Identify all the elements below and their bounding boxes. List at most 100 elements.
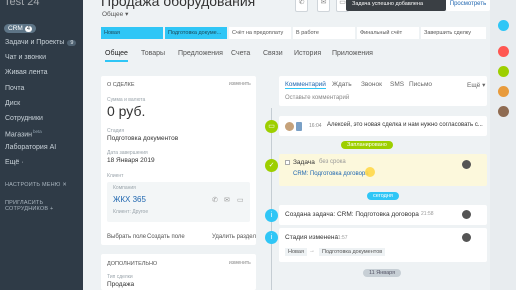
info-icon: i bbox=[265, 231, 278, 244]
entry-time: 21:57 bbox=[335, 235, 348, 241]
sidebar-item-label: Почта bbox=[5, 85, 25, 92]
sidebar-item-label: Лаборатория AI bbox=[5, 144, 57, 151]
date-separator: 11 Января bbox=[363, 269, 402, 277]
section-heading: О СДЕЛКЕ bbox=[107, 82, 135, 88]
close-date-value[interactable]: 18 Января 2019 bbox=[107, 157, 155, 164]
avatar bbox=[462, 160, 471, 169]
tab-general[interactable]: Общее bbox=[105, 50, 128, 62]
today-badge: сегодня bbox=[367, 192, 399, 200]
sidebar-item-label: CRM bbox=[8, 25, 23, 32]
tab-apps[interactable]: Приложения bbox=[332, 50, 373, 60]
tab-email[interactable]: Письмо bbox=[409, 81, 432, 88]
chat-icon: ▭ bbox=[339, 0, 346, 6]
section-heading: ДОПОЛНИТЕЛЬНО bbox=[107, 261, 158, 267]
help-icon[interactable] bbox=[498, 20, 509, 31]
stage-bar: Новая Подготовка докуме... Счёт на предо… bbox=[101, 27, 486, 39]
planned-badge: Запланировано bbox=[341, 141, 393, 149]
edit-title-icon[interactable]: ✎ bbox=[233, 0, 240, 6]
sidebar-item-crm[interactable]: CRM 4 bbox=[4, 24, 36, 33]
task-checkbox[interactable] bbox=[285, 160, 290, 165]
edit-section-link[interactable]: изменить bbox=[229, 81, 251, 87]
sidebar-item-more[interactable]: Ещё · bbox=[5, 159, 24, 166]
entry-time: 21:58 bbox=[421, 211, 434, 217]
contact-icon[interactable] bbox=[498, 66, 509, 77]
activity-editor: Комментарий Ждать Звонок SMS Письмо Ещё … bbox=[279, 76, 487, 106]
create-field-link[interactable]: Создать поле bbox=[147, 234, 185, 240]
created-task-entry[interactable]: Создана задача: CRM: Подготовка договора… bbox=[279, 205, 487, 225]
deal-page: Продажа оборудования ✎ Общее ▾ ✆ ✉ ▭ Нов… bbox=[83, 0, 490, 290]
stage-value[interactable]: Подготовка документов bbox=[107, 135, 178, 142]
tab-more[interactable]: Ещё ▾ bbox=[467, 81, 485, 89]
crm-counter: 4 bbox=[24, 26, 32, 32]
portal-logo[interactable]: Test 24 bbox=[4, 0, 39, 8]
tasks-counter: 9 bbox=[67, 40, 77, 46]
edit-section-link[interactable]: изменить bbox=[229, 260, 251, 266]
sidebar-item-label: Живая лента bbox=[5, 69, 48, 76]
created-task-text: Создана задача: CRM: Подготовка договора bbox=[285, 211, 419, 218]
additional-card: ДОПОЛНИТЕЛЬНО изменить Тип сделки Продаж… bbox=[101, 254, 256, 290]
delete-section-link[interactable]: Удалить раздел bbox=[212, 234, 256, 240]
phone-icon: ✆ bbox=[298, 0, 305, 6]
stage-close-deal[interactable]: Завершить сделку bbox=[421, 27, 486, 39]
select-field-link[interactable]: Выбрать поле bbox=[107, 234, 146, 240]
sidebar-item-label: Ещё · bbox=[5, 159, 24, 166]
sidebar-item-employees[interactable]: Сотрудники bbox=[5, 115, 43, 122]
sidebar-item-drive[interactable]: Диск bbox=[5, 100, 20, 107]
task-entry[interactable]: Задача без срока CRM: Подготовка договор… bbox=[279, 154, 487, 186]
activity-timeline: Комментарий Ждать Звонок SMS Письмо Ещё … bbox=[265, 68, 487, 290]
tab-call[interactable]: Звонок bbox=[361, 81, 382, 88]
tab-sms[interactable]: SMS bbox=[390, 81, 404, 88]
left-sidebar: Test 24 CRM 4 Задачи и Проекты 9 Чат и зво… bbox=[0, 0, 83, 290]
tab-wait[interactable]: Ждать bbox=[332, 81, 352, 88]
comment-icon: ▭ bbox=[265, 120, 278, 133]
sidebar-item-mail[interactable]: Почта bbox=[5, 85, 24, 92]
sidebar-item-label: Сотрудники bbox=[5, 115, 43, 122]
configure-menu-link[interactable]: НАСТРОИТЬ МЕНЮ ✕ bbox=[5, 182, 67, 188]
tab-invoices[interactable]: Счета bbox=[231, 50, 250, 60]
task-entity-link[interactable]: CRM: Подготовка договора bbox=[293, 171, 369, 177]
comment-entry[interactable]: 16:04 Алексей, это новая сделка и нам ну… bbox=[279, 116, 487, 136]
sidebar-item-label: Диск bbox=[5, 100, 21, 107]
chat-icon[interactable]: ▭ bbox=[237, 196, 244, 204]
sidebar-item-ai-lab[interactable]: Лаборатория AI bbox=[5, 144, 56, 151]
deal-type-value[interactable]: Продажа bbox=[107, 281, 134, 288]
sidebar-item-chat[interactable]: Чат и звонки bbox=[5, 54, 46, 61]
sidebar-item-tasks[interactable]: Задачи и Проекты 9 bbox=[5, 39, 77, 46]
task-deadline: без срока bbox=[319, 159, 346, 165]
tab-links[interactable]: Связи bbox=[263, 50, 283, 60]
notification-toast: Задача успешно добавлена bbox=[346, 0, 446, 11]
amount-value[interactable]: 0 руб. bbox=[107, 103, 145, 119]
stage-change-entry[interactable]: Стадия изменена 21:57 Новая → Подготовка… bbox=[279, 228, 487, 262]
cursor-highlight bbox=[365, 167, 375, 177]
stage-final-invoice[interactable]: Финальный счёт bbox=[357, 27, 419, 39]
sidebar-item-market[interactable]: Магазинbeta bbox=[5, 129, 42, 138]
deal-type-label: Тип сделки bbox=[107, 274, 133, 280]
tab-comment[interactable]: Комментарий bbox=[285, 81, 326, 89]
category-selector[interactable]: Общее ▾ bbox=[102, 10, 128, 18]
sidebar-item-label: Чат и звонки bbox=[5, 54, 46, 61]
task-icon: ✓ bbox=[265, 159, 278, 172]
avatar bbox=[462, 233, 471, 242]
phone-icon[interactable]: ✆ bbox=[212, 196, 218, 204]
tab-products[interactable]: Товары bbox=[141, 50, 165, 60]
call-button[interactable]: ✆ bbox=[295, 0, 308, 12]
email-button[interactable]: ✉ bbox=[317, 0, 330, 12]
notifications-icon[interactable] bbox=[498, 46, 509, 57]
user-avatar-icon[interactable] bbox=[498, 86, 509, 97]
company-name-link[interactable]: ЖКХ 365 bbox=[113, 195, 146, 204]
tab-offers[interactable]: Предложения bbox=[178, 50, 223, 60]
stage-prepayment[interactable]: Счёт на предоплату bbox=[229, 27, 291, 39]
envelope-icon[interactable]: ✉ bbox=[224, 196, 230, 204]
stage-in-work[interactable]: В работе bbox=[293, 27, 355, 39]
view-task-button[interactable]: Просмотреть bbox=[446, 0, 490, 11]
client-block: Компания ЖКХ 365 Клиент: Другое ✆ ✉ ▭ bbox=[107, 182, 250, 222]
stage-documents[interactable]: Подготовка докуме... bbox=[165, 27, 227, 39]
sidebar-item-feed[interactable]: Живая лента bbox=[5, 69, 48, 76]
close-date-label: Дата завершения bbox=[107, 150, 148, 156]
tab-history[interactable]: История bbox=[294, 50, 321, 60]
user-avatar-icon[interactable] bbox=[498, 106, 509, 117]
attachment-icon bbox=[296, 122, 302, 131]
invite-users-link[interactable]: ПРИГЛАСИТЬ СОТРУДНИКОВ + bbox=[5, 200, 83, 212]
stage-new[interactable]: Новая bbox=[101, 27, 163, 39]
comment-input[interactable]: Оставьте комментарий bbox=[285, 95, 349, 101]
